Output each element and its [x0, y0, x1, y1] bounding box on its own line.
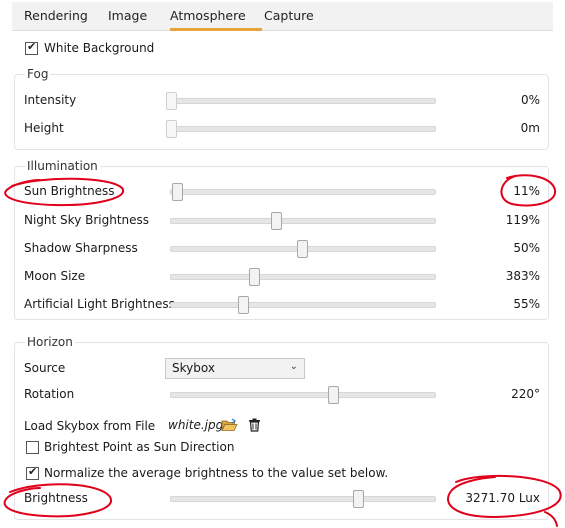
brightness-label: Brightness: [24, 491, 88, 505]
intensity-label: Intensity: [24, 93, 77, 107]
night-sky-brightness-label: Night Sky Brightness: [24, 213, 150, 227]
horizon-title: Horizon: [25, 335, 75, 349]
tab-bar: Rendering Image Atmosphere Capture: [12, 2, 553, 31]
rotation-slider-thumb[interactable]: [328, 386, 339, 404]
artificial-light-brightness-slider[interactable]: [170, 296, 436, 314]
checkmark-icon: ✔: [28, 465, 38, 478]
sun-brightness-slider-thumb[interactable]: [172, 183, 183, 201]
fog-title: Fog: [25, 67, 51, 81]
sun-brightness-slider[interactable]: [170, 183, 436, 201]
source-selected-value: Skybox: [172, 361, 215, 375]
chevron-down-icon: ⌄: [289, 361, 298, 372]
height-slider-thumb[interactable]: [166, 120, 177, 138]
source-label: Source: [24, 361, 66, 375]
night-sky-brightness-slider[interactable]: [170, 212, 436, 230]
skybox-filename: white.jpg: [168, 418, 224, 432]
shadow-sharpness-value: 50%: [513, 241, 540, 255]
checkmark-icon: ✔: [27, 40, 37, 53]
night-sky-brightness-value: 119%: [505, 213, 540, 227]
rotation-value: 220°: [511, 387, 540, 401]
illumination-title: Illumination: [25, 159, 100, 173]
tab-image[interactable]: Image: [108, 8, 147, 23]
white-background-label: White Background: [44, 41, 155, 55]
rotation-label: Rotation: [24, 387, 75, 401]
intensity-slider-thumb[interactable]: [166, 92, 177, 110]
normalize-checkbox[interactable]: ✔: [26, 465, 39, 480]
height-label: Height: [24, 121, 64, 135]
fog-group: Fog: [14, 67, 549, 150]
intensity-value: 0%: [520, 93, 540, 107]
brightness-slider[interactable]: [170, 490, 436, 508]
shadow-sharpness-label: Shadow Sharpness: [24, 241, 138, 255]
source-select[interactable]: Skybox ⌄: [165, 358, 305, 379]
brightest-point-checkbox[interactable]: [26, 441, 39, 454]
tab-atmosphere[interactable]: Atmosphere: [170, 8, 246, 23]
tab-rendering[interactable]: Rendering: [24, 8, 88, 23]
artificial-light-brightness-value: 55%: [513, 297, 540, 311]
artificial-light-brightness-label: Artificial Light Brightness: [24, 297, 175, 311]
sun-brightness-value: 11%: [513, 184, 540, 198]
white-background-checkbox[interactable]: ✔: [25, 40, 38, 55]
artificial-light-brightness-slider-thumb[interactable]: [238, 296, 249, 314]
brightness-value: 3271.70 Lux: [465, 491, 540, 505]
height-slider[interactable]: [166, 120, 436, 138]
moon-size-slider[interactable]: [170, 268, 436, 286]
normalize-label: Normalize the average brightness to the …: [44, 466, 389, 480]
sun-brightness-label: Sun Brightness: [24, 184, 115, 198]
night-sky-brightness-slider-thumb[interactable]: [271, 212, 282, 230]
shadow-sharpness-slider[interactable]: [170, 240, 436, 258]
height-value: 0m: [520, 121, 540, 135]
active-tab-indicator: [170, 28, 262, 31]
brightest-point-label: Brightest Point as Sun Direction: [44, 440, 235, 454]
folder-open-icon[interactable]: [221, 418, 238, 435]
intensity-slider[interactable]: [166, 92, 436, 110]
moon-size-slider-thumb[interactable]: [249, 268, 260, 286]
moon-size-value: 383%: [505, 269, 540, 283]
brightness-slider-thumb[interactable]: [353, 490, 364, 508]
trash-icon[interactable]: [248, 418, 261, 435]
tab-capture[interactable]: Capture: [264, 8, 314, 23]
moon-size-label: Moon Size: [24, 269, 86, 283]
shadow-sharpness-slider-thumb[interactable]: [297, 240, 308, 258]
rotation-slider[interactable]: [170, 386, 436, 404]
load-skybox-label: Load Skybox from File: [24, 419, 156, 433]
